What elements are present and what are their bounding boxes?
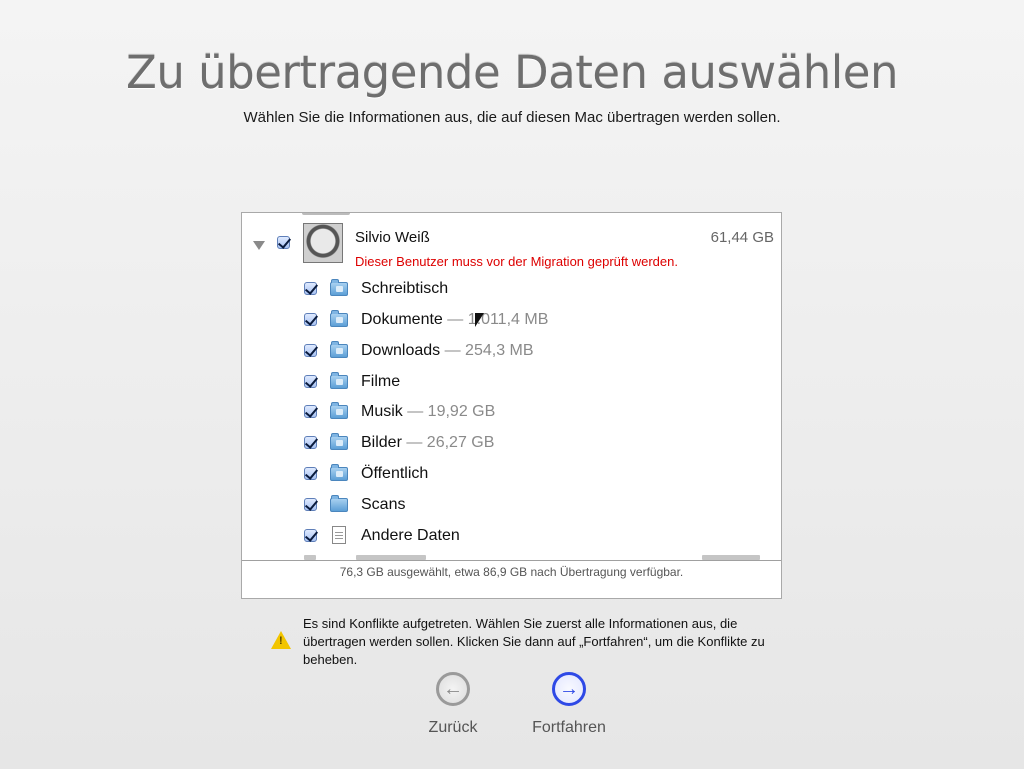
page-subtitle: Wählen Sie die Informationen aus, die au… [243,109,781,126]
back-button[interactable]: ← Zurück [398,672,508,737]
document-icon [332,526,346,544]
item-row-downloads[interactable]: Downloads — 254,3 MB [242,337,781,365]
item-size: — 254,3 MB [440,342,534,359]
item-label: Downloads [361,342,441,359]
item-label: Schreibtisch [361,280,449,297]
user-name: Silvio Weiß [355,229,430,246]
item-row-filme[interactable]: Filme [242,368,781,396]
desktop-folder-icon [330,279,348,296]
item-label: Dokumente [361,311,443,328]
item-label: Andere Daten [361,527,460,544]
item-checkbox[interactable] [304,313,317,326]
item-row-scans[interactable]: Scans [242,491,781,519]
downloads-folder-icon [330,341,348,358]
item-row-oeffentlich[interactable]: Öffentlich [242,460,781,488]
pictures-folder-icon [330,433,348,450]
item-checkbox[interactable] [304,405,317,418]
item-checkbox[interactable] [304,436,317,449]
user-checkbox[interactable] [277,236,290,249]
item-checkbox[interactable] [304,282,317,295]
public-folder-icon [330,464,348,481]
item-size: — 19,92 GB [402,403,496,420]
partial-row-above [302,213,350,215]
item-checkbox[interactable] [304,344,317,357]
item-checkbox[interactable] [304,467,317,480]
item-row-dokumente[interactable]: Dokumente — 1.011,4 MB [242,306,781,334]
panel-divider [242,560,781,561]
user-avatar [303,223,343,263]
folder-icon [330,495,348,512]
back-button-label: Zurück [428,719,478,736]
migration-item-panel: Silvio Weiß 61,44 GB Dieser Benutzer mus… [241,212,782,599]
warning-icon: ! [271,631,291,649]
conflict-message: Es sind Konflikte aufgetreten. Wählen Si… [303,616,765,667]
item-label: Scans [361,496,406,513]
continue-button-label: Fortfahren [532,719,606,736]
item-label: Bilder [361,434,402,451]
item-checkbox[interactable] [304,529,317,542]
documents-folder-icon [330,310,348,327]
selection-summary: 76,3 GB ausgewählt, etwa 86,9 GB nach Üb… [339,565,684,579]
item-checkbox[interactable] [304,375,317,388]
item-label: Öffentlich [361,465,429,482]
item-row-schreibtisch[interactable]: Schreibtisch [242,275,781,303]
item-row-musik[interactable]: Musik — 19,92 GB [242,398,781,426]
item-checkbox[interactable] [304,498,317,511]
page-title: Zu übertragende Daten auswählen [126,46,899,99]
item-label: Filme [361,373,401,390]
item-size: — 26,27 GB [401,434,495,451]
mouse-pointer-icon [475,313,484,327]
forward-arrow-icon[interactable]: → [552,672,586,706]
continue-button[interactable]: → Fortfahren [514,672,624,737]
user-warning: Dieser Benutzer muss vor der Migration g… [355,254,678,269]
user-size: 61,44 GB [710,229,774,246]
back-arrow-icon[interactable]: ← [436,672,470,706]
item-label: Musik [361,403,403,420]
migration-item-list[interactable]: Silvio Weiß 61,44 GB Dieser Benutzer mus… [242,213,781,560]
item-row-bilder[interactable]: Bilder — 26,27 GB [242,429,781,457]
item-row-andere-daten[interactable]: Andere Daten [242,522,781,550]
disclosure-triangle-icon[interactable] [253,241,265,250]
item-size: — 1.011,4 MB [442,311,549,328]
music-folder-icon [330,402,348,419]
movies-folder-icon [330,372,348,389]
